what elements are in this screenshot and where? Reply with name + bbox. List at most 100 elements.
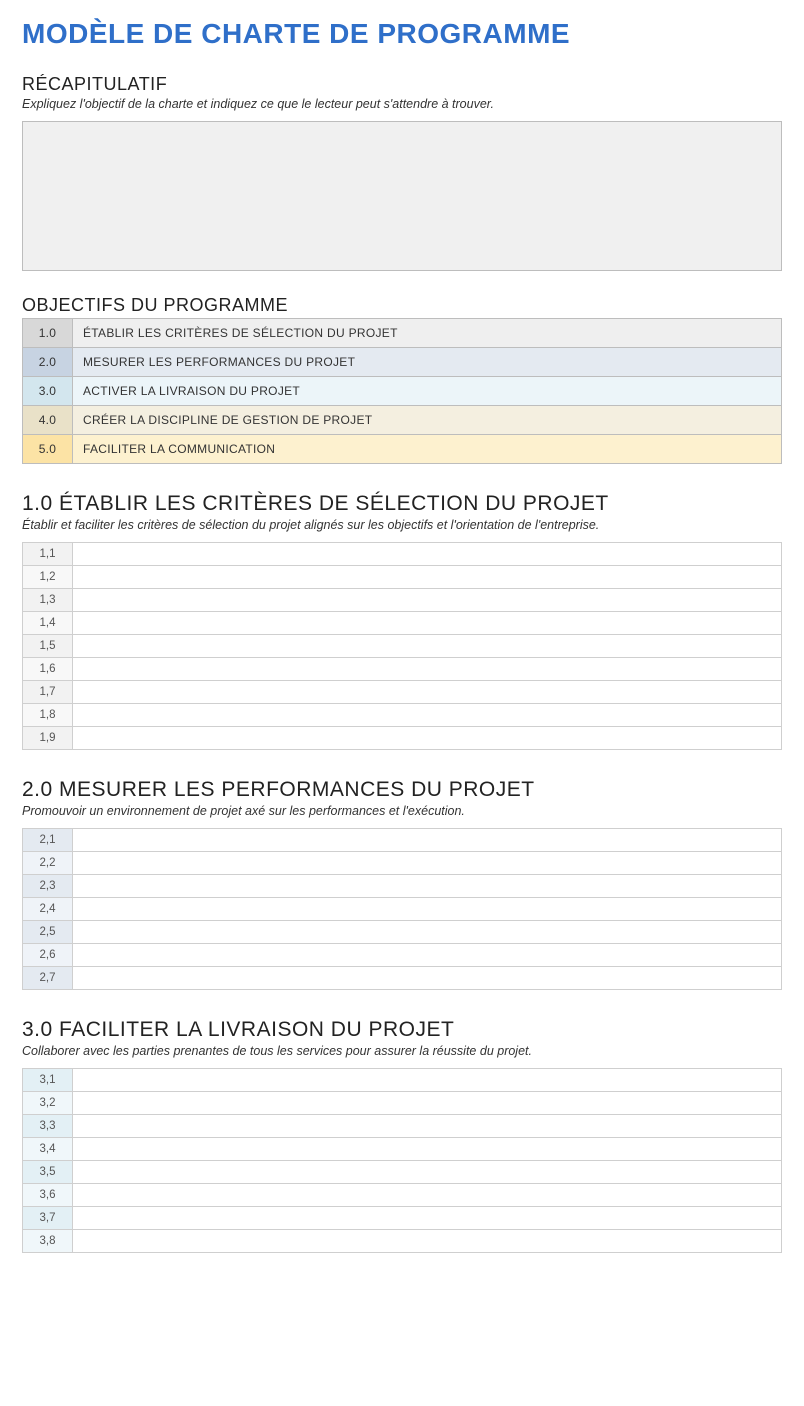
row-value-cell[interactable] bbox=[73, 1092, 782, 1115]
table-row: 2,4 bbox=[23, 898, 782, 921]
row-number: 2,5 bbox=[23, 921, 73, 944]
row-number: 1,8 bbox=[23, 704, 73, 727]
section2-desc: Promouvoir un environnement de projet ax… bbox=[22, 804, 782, 818]
row-value-cell[interactable] bbox=[73, 635, 782, 658]
row-value-cell[interactable] bbox=[73, 944, 782, 967]
objective-label: MESURER LES PERFORMANCES DU PROJET bbox=[73, 348, 782, 377]
row-value-cell[interactable] bbox=[73, 1069, 782, 1092]
row-value-cell[interactable] bbox=[73, 566, 782, 589]
row-number: 1,2 bbox=[23, 566, 73, 589]
row-number: 1,6 bbox=[23, 658, 73, 681]
row-value-cell[interactable] bbox=[73, 967, 782, 990]
row-value-cell[interactable] bbox=[73, 852, 782, 875]
row-number: 3,7 bbox=[23, 1207, 73, 1230]
table-row: 1,5 bbox=[23, 635, 782, 658]
row-value-cell[interactable] bbox=[73, 612, 782, 635]
table-row: 2,7 bbox=[23, 967, 782, 990]
objective-label: CRÉER LA DISCIPLINE DE GESTION DE PROJET bbox=[73, 406, 782, 435]
row-value-cell[interactable] bbox=[73, 543, 782, 566]
objective-number: 2.0 bbox=[23, 348, 73, 377]
row-number: 3,1 bbox=[23, 1069, 73, 1092]
row-value-cell[interactable] bbox=[73, 1161, 782, 1184]
row-number: 2,7 bbox=[23, 967, 73, 990]
table-row: 3,3 bbox=[23, 1115, 782, 1138]
table-row: 3,8 bbox=[23, 1230, 782, 1253]
row-value-cell[interactable] bbox=[73, 829, 782, 852]
row-number: 3,6 bbox=[23, 1184, 73, 1207]
row-number: 1,5 bbox=[23, 635, 73, 658]
objective-label: ÉTABLIR LES CRITÈRES DE SÉLECTION DU PRO… bbox=[73, 319, 782, 348]
row-value-cell[interactable] bbox=[73, 898, 782, 921]
objective-row: 1.0ÉTABLIR LES CRITÈRES DE SÉLECTION DU … bbox=[23, 319, 782, 348]
row-number: 2,4 bbox=[23, 898, 73, 921]
section2-table: 2,12,22,32,42,52,62,7 bbox=[22, 828, 782, 990]
table-row: 3,7 bbox=[23, 1207, 782, 1230]
section3-desc: Collaborer avec les parties prenantes de… bbox=[22, 1044, 782, 1058]
objective-row: 2.0MESURER LES PERFORMANCES DU PROJET bbox=[23, 348, 782, 377]
row-number: 2,2 bbox=[23, 852, 73, 875]
row-number: 1,3 bbox=[23, 589, 73, 612]
row-number: 3,8 bbox=[23, 1230, 73, 1253]
section1-table: 1,11,21,31,41,51,61,71,81,9 bbox=[22, 542, 782, 750]
row-number: 3,3 bbox=[23, 1115, 73, 1138]
row-number: 1,4 bbox=[23, 612, 73, 635]
objective-number: 1.0 bbox=[23, 319, 73, 348]
table-row: 1,8 bbox=[23, 704, 782, 727]
table-row: 1,4 bbox=[23, 612, 782, 635]
row-number: 1,1 bbox=[23, 543, 73, 566]
row-value-cell[interactable] bbox=[73, 681, 782, 704]
section1-heading: 1.0 ÉTABLIR LES CRITÈRES DE SÉLECTION DU… bbox=[22, 492, 782, 516]
recap-heading: RÉCAPITULATIF bbox=[22, 74, 782, 95]
row-number: 3,4 bbox=[23, 1138, 73, 1161]
table-row: 3,1 bbox=[23, 1069, 782, 1092]
table-row: 1,6 bbox=[23, 658, 782, 681]
table-row: 2,5 bbox=[23, 921, 782, 944]
table-row: 2,6 bbox=[23, 944, 782, 967]
table-row: 2,3 bbox=[23, 875, 782, 898]
table-row: 3,4 bbox=[23, 1138, 782, 1161]
section1-desc: Établir et faciliter les critères de sél… bbox=[22, 518, 782, 532]
section2-heading: 2.0 MESURER LES PERFORMANCES DU PROJET bbox=[22, 778, 782, 802]
objective-number: 3.0 bbox=[23, 377, 73, 406]
row-value-cell[interactable] bbox=[73, 704, 782, 727]
section3-heading: 3.0 FACILITER LA LIVRAISON DU PROJET bbox=[22, 1018, 782, 1042]
section3-table: 3,13,23,33,43,53,63,73,8 bbox=[22, 1068, 782, 1253]
row-number: 3,5 bbox=[23, 1161, 73, 1184]
objective-row: 5.0FACILITER LA COMMUNICATION bbox=[23, 435, 782, 464]
row-number: 1,9 bbox=[23, 727, 73, 750]
recap-desc: Expliquez l'objectif de la charte et ind… bbox=[22, 97, 782, 111]
objective-number: 5.0 bbox=[23, 435, 73, 464]
table-row: 3,6 bbox=[23, 1184, 782, 1207]
table-row: 1,1 bbox=[23, 543, 782, 566]
row-value-cell[interactable] bbox=[73, 1138, 782, 1161]
table-row: 3,2 bbox=[23, 1092, 782, 1115]
table-row: 1,2 bbox=[23, 566, 782, 589]
objective-label: ACTIVER LA LIVRAISON DU PROJET bbox=[73, 377, 782, 406]
row-value-cell[interactable] bbox=[73, 875, 782, 898]
table-row: 2,2 bbox=[23, 852, 782, 875]
row-value-cell[interactable] bbox=[73, 1207, 782, 1230]
row-number: 2,3 bbox=[23, 875, 73, 898]
table-row: 1,7 bbox=[23, 681, 782, 704]
row-value-cell[interactable] bbox=[73, 727, 782, 750]
row-value-cell[interactable] bbox=[73, 658, 782, 681]
row-value-cell[interactable] bbox=[73, 589, 782, 612]
table-row: 1,3 bbox=[23, 589, 782, 612]
objectives-heading: OBJECTIFS DU PROGRAMME bbox=[22, 295, 782, 316]
row-number: 1,7 bbox=[23, 681, 73, 704]
objective-label: FACILITER LA COMMUNICATION bbox=[73, 435, 782, 464]
row-value-cell[interactable] bbox=[73, 1230, 782, 1253]
table-row: 3,5 bbox=[23, 1161, 782, 1184]
table-row: 2,1 bbox=[23, 829, 782, 852]
row-value-cell[interactable] bbox=[73, 921, 782, 944]
row-number: 2,6 bbox=[23, 944, 73, 967]
objective-row: 4.0CRÉER LA DISCIPLINE DE GESTION DE PRO… bbox=[23, 406, 782, 435]
objectives-table: 1.0ÉTABLIR LES CRITÈRES DE SÉLECTION DU … bbox=[22, 318, 782, 464]
page-title: MODÈLE DE CHARTE DE PROGRAMME bbox=[22, 18, 782, 50]
objective-row: 3.0ACTIVER LA LIVRAISON DU PROJET bbox=[23, 377, 782, 406]
row-number: 3,2 bbox=[23, 1092, 73, 1115]
row-value-cell[interactable] bbox=[73, 1115, 782, 1138]
recap-textarea[interactable] bbox=[22, 121, 782, 271]
row-number: 2,1 bbox=[23, 829, 73, 852]
row-value-cell[interactable] bbox=[73, 1184, 782, 1207]
